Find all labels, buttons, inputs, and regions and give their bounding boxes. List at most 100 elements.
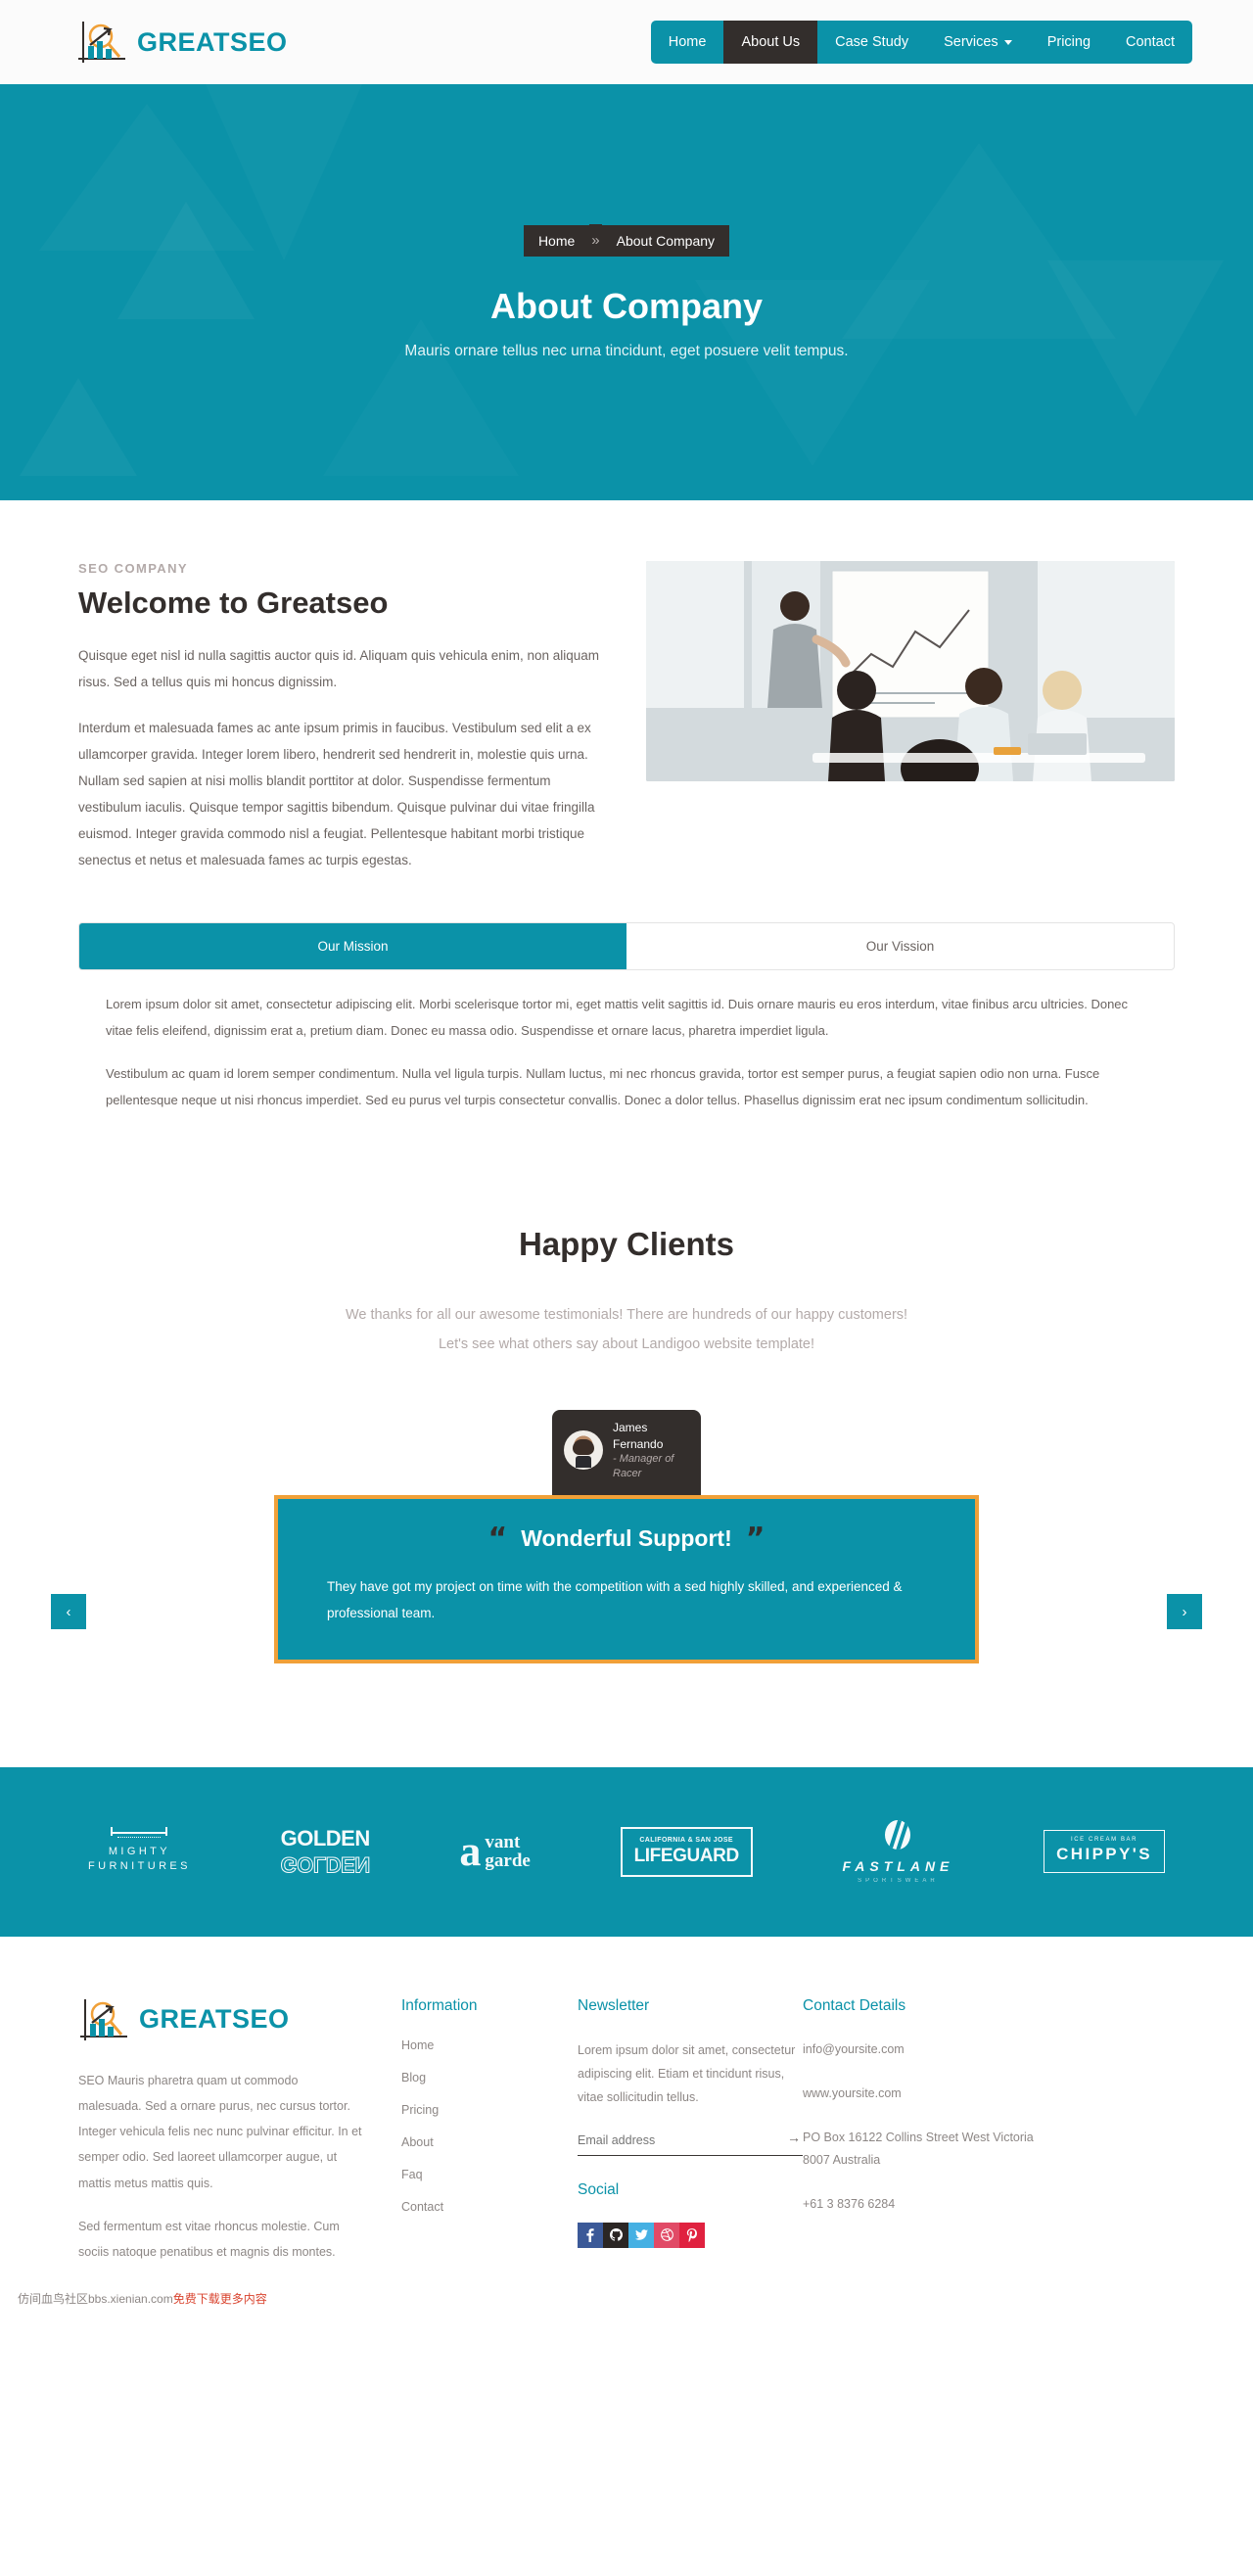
- clients-heading: Happy Clients: [518, 1225, 735, 1262]
- contact-email[interactable]: info@yoursite.com: [803, 2038, 1057, 2061]
- logo-line-2: FURNITURES: [88, 1859, 191, 1872]
- welcome-paragraph-1: Quisque eget nisl id nulla sagittis auct…: [78, 648, 600, 689]
- section-eyebrow: SEO COMPANY: [78, 561, 188, 576]
- logo-line-2: CHIPPY'S: [1056, 1845, 1152, 1863]
- contact-website[interactable]: www.yoursite.com: [803, 2083, 1057, 2105]
- decor-triangle: [1047, 260, 1224, 417]
- footer-newsletter-column: Newsletter Lorem ipsum dolor sit amet, c…: [578, 1997, 803, 2283]
- footer-link-faq[interactable]: Faq: [401, 2168, 578, 2181]
- main-navigation: Home About Us Case Study Services Pricin…: [650, 21, 1192, 64]
- nav-item-services[interactable]: Services: [926, 21, 1030, 64]
- tab-paragraph-2: Vestibulum ac quam id lorem semper condi…: [106, 1066, 1100, 1107]
- footer-newsletter-text: Lorem ipsum dolor sit amet, consectetur …: [578, 2042, 796, 2105]
- footer-link-home[interactable]: Home: [401, 2038, 578, 2052]
- brand-logo-link[interactable]: GREATSEO: [76, 20, 288, 65]
- logo-line-2: GOLDEN: [280, 1852, 370, 1878]
- logo-line-1: GOLDEN: [280, 1826, 371, 1850]
- newsletter-submit-arrow-icon[interactable]: →: [787, 2130, 801, 2145]
- dribbble-icon[interactable]: [654, 2222, 679, 2248]
- nav-label: Pricing: [1046, 34, 1091, 50]
- logo-line-1: CALIFORNIA & SAN JOSE: [639, 1836, 733, 1844]
- clients-subtitle-line-2: Let's see what others say about Landigoo…: [438, 1336, 815, 1352]
- footer-link-pricing[interactable]: Pricing: [401, 2103, 578, 2117]
- facebook-icon[interactable]: [578, 2222, 603, 2248]
- clients-subtitle-line-1: We thanks for all our awesome testimonia…: [345, 1306, 908, 1323]
- site-footer: GREATSEO SEO Mauris pharetra quam ut com…: [78, 1937, 1175, 2283]
- footer-information-column: Information Home Blog Pricing About Faq …: [401, 1997, 578, 2283]
- footer-social-title: Social: [578, 2180, 620, 2198]
- testimonial-body: They have got my project on time with th…: [327, 1578, 903, 1620]
- twitter-icon[interactable]: [628, 2222, 654, 2248]
- nav-item-home[interactable]: Home: [651, 21, 724, 64]
- watermark-text-b: 免费下载更多内容: [172, 2292, 267, 2307]
- page-subtitle: Mauris ornare tellus nec urna tincidunt,…: [404, 343, 849, 359]
- welcome-section: SEO COMPANY Welcome to Greatseo Quisque …: [78, 500, 1175, 1114]
- brand-name: GREATSEO: [137, 26, 288, 57]
- testimonial-author: James Fernando - Manager of Racer: [552, 1410, 701, 1495]
- footer-newsletter-title: Newsletter: [578, 1996, 650, 2014]
- contact-address: PO Box 16122 Collins Street West Victori…: [803, 2130, 1034, 2167]
- nav-item-contact[interactable]: Contact: [1108, 21, 1192, 64]
- footer-contact-title: Contact Details: [803, 1996, 906, 2014]
- logo-line-2: SPORTSWEAR: [858, 1877, 939, 1884]
- page-title: About Company: [490, 286, 763, 326]
- chevron-down-icon: [1003, 39, 1012, 45]
- tab-our-vission[interactable]: Our Vission: [626, 923, 1174, 969]
- quote-open-icon: “: [487, 1521, 508, 1556]
- nav-item-case-study[interactable]: Case Study: [817, 21, 926, 64]
- nav-item-pricing[interactable]: Pricing: [1030, 21, 1108, 64]
- client-logo-chippys: ICE CREAM BAR CHIPPY'S: [1044, 1830, 1165, 1873]
- footer-brand-column: GREATSEO SEO Mauris pharetra quam ut com…: [78, 1997, 401, 2283]
- nav-item-about-us[interactable]: About Us: [723, 21, 818, 64]
- logo-line-2: garde: [485, 1850, 531, 1871]
- testimonial-card: “ Wonderful Support! ” They have got my …: [274, 1494, 979, 1663]
- nav-label: Contact: [1126, 34, 1175, 50]
- seo-chart-arrow-logo-icon: [76, 20, 127, 65]
- team-meeting-whiteboard-photo: [646, 561, 1175, 781]
- page-hero: Home » About Company About Company Mauri…: [0, 84, 1253, 500]
- footer-contact-column: Contact Details info@yoursite.com www.yo…: [803, 1997, 1057, 2283]
- seo-chart-arrow-logo-icon: [78, 1997, 129, 2042]
- client-logo-mighty-furnitures: MIGHTY FURNITURES: [88, 1826, 191, 1872]
- logo-line-1: MIGHTY: [108, 1845, 171, 1857]
- welcome-paragraph-2: Interdum et malesuada fames ac ante ipsu…: [78, 721, 595, 867]
- contact-phone: +61 3 8376 6284: [803, 2197, 896, 2211]
- decor-dots: [117, 1836, 162, 1838]
- github-icon[interactable]: [603, 2222, 628, 2248]
- tab-label: Our Mission: [317, 939, 389, 954]
- breadcrumb-item-home[interactable]: Home: [523, 224, 590, 257]
- breadcrumb-separator-icon: »: [589, 224, 602, 257]
- testimonial-author-name: James Fernando: [613, 1421, 664, 1451]
- nav-label: Home: [668, 34, 707, 50]
- footer-link-contact[interactable]: Contact: [401, 2200, 578, 2214]
- carousel-next-button[interactable]: ›: [1167, 1594, 1202, 1630]
- decor-triangle: [117, 202, 255, 319]
- client-logo-golden: GOLDEN GOLDEN: [280, 1826, 371, 1878]
- client-logo-lifeguard: CALIFORNIA & SAN JOSE LIFEGUARD: [620, 1826, 753, 1877]
- testimonial-carousel: ‹ › James Fernando - Manager of Racer “ …: [0, 1410, 1253, 1721]
- carousel-prev-button[interactable]: ‹: [51, 1594, 86, 1630]
- chevron-left-icon: ‹: [66, 1603, 71, 1620]
- quote-close-icon: ”: [745, 1521, 766, 1556]
- logo-line-1: FASTLANE: [842, 1857, 954, 1874]
- newsletter-email-input[interactable]: [578, 2129, 803, 2156]
- logo-line-1: ICE CREAM BAR: [1070, 1837, 1138, 1843]
- pinterest-icon[interactable]: [679, 2222, 705, 2248]
- chevron-right-icon: ›: [1182, 1603, 1187, 1620]
- client-logo-vant-garde: a vant garde: [459, 1826, 531, 1875]
- breadcrumb-item-current: About Company: [601, 224, 730, 257]
- welcome-heading: Welcome to Greatseo: [78, 585, 389, 620]
- footer-brand-name: GREATSEO: [139, 2004, 290, 2034]
- logo-mark: a: [459, 1826, 482, 1875]
- welcome-text-column: SEO COMPANY Welcome to Greatseo Quisque …: [78, 561, 607, 893]
- watermark: 仿间血鸟社区bbs.xienian.com免费下载更多内容: [0, 2282, 1253, 2318]
- logo-line-2: LIFEGUARD: [633, 1845, 740, 1866]
- client-logo-bar: MIGHTY FURNITURES GOLDEN GOLDEN a vant g…: [0, 1766, 1253, 1937]
- footer-link-about[interactable]: About: [401, 2135, 578, 2149]
- footer-brand-logo-link[interactable]: GREATSEO: [78, 1997, 362, 2042]
- tab-our-mission[interactable]: Our Mission: [79, 923, 626, 969]
- decor-triangle: [20, 378, 137, 476]
- footer-link-blog[interactable]: Blog: [401, 2071, 578, 2084]
- tab-label: Our Vission: [865, 939, 935, 954]
- social-links: [578, 2222, 803, 2248]
